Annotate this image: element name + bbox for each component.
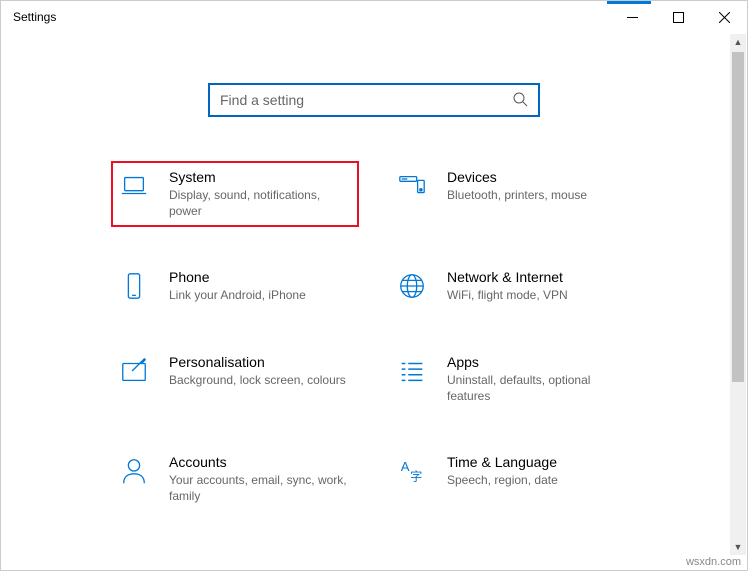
category-text: Accounts Your accounts, email, sync, wor…: [169, 454, 349, 504]
category-desc: Speech, region, date: [447, 472, 558, 488]
category-personalisation[interactable]: Personalisation Background, lock screen,…: [111, 346, 359, 412]
category-title: Time & Language: [447, 454, 558, 470]
category-title: Apps: [447, 354, 627, 370]
category-desc: Link your Android, iPhone: [169, 287, 306, 303]
category-title: Devices: [447, 169, 587, 185]
search-box[interactable]: [208, 83, 540, 117]
category-desc: Background, lock screen, colours: [169, 372, 346, 388]
phone-icon: [117, 269, 151, 303]
category-title: Personalisation: [169, 354, 346, 370]
devices-icon: [395, 169, 429, 203]
category-title: Phone: [169, 269, 306, 285]
category-desc: Bluetooth, printers, mouse: [447, 187, 587, 203]
watermark: wsxdn.com: [686, 556, 741, 568]
category-phone[interactable]: Phone Link your Android, iPhone: [111, 261, 359, 311]
category-apps[interactable]: Apps Uninstall, defaults, optional featu…: [389, 346, 637, 412]
category-text: Apps Uninstall, defaults, optional featu…: [447, 354, 627, 404]
category-network[interactable]: Network & Internet WiFi, flight mode, VP…: [389, 261, 637, 311]
scrollbar[interactable]: ▲ ▼: [730, 34, 746, 555]
category-text: Personalisation Background, lock screen,…: [169, 354, 346, 388]
category-title: Network & Internet: [447, 269, 568, 285]
paint-icon: [117, 354, 151, 388]
minimize-button[interactable]: [609, 1, 655, 33]
maximize-button[interactable]: [655, 1, 701, 33]
category-text: Devices Bluetooth, printers, mouse: [447, 169, 587, 203]
category-text: System Display, sound, notifications, po…: [169, 169, 349, 219]
category-title: Accounts: [169, 454, 349, 470]
category-text: Network & Internet WiFi, flight mode, VP…: [447, 269, 568, 303]
search-input[interactable]: [220, 92, 512, 108]
category-devices[interactable]: Devices Bluetooth, printers, mouse: [389, 161, 637, 227]
category-text: Time & Language Speech, region, date: [447, 454, 558, 488]
category-system[interactable]: System Display, sound, notifications, po…: [111, 161, 359, 227]
category-time-language[interactable]: A字 Time & Language Speech, region, date: [389, 446, 637, 512]
content-area: System Display, sound, notifications, po…: [1, 33, 747, 570]
category-title: System: [169, 169, 349, 185]
category-accounts[interactable]: Accounts Your accounts, email, sync, wor…: [111, 446, 359, 512]
svg-text:A: A: [401, 459, 410, 474]
language-icon: A字: [395, 454, 429, 488]
scroll-down-arrow[interactable]: ▼: [730, 539, 746, 555]
category-grid: System Display, sound, notifications, po…: [1, 161, 747, 512]
scroll-up-arrow[interactable]: ▲: [730, 34, 746, 50]
category-desc: Display, sound, notifications, power: [169, 187, 349, 219]
close-button[interactable]: [701, 1, 747, 33]
category-desc: Your accounts, email, sync, work, family: [169, 472, 349, 504]
titlebar: Settings: [1, 1, 747, 33]
category-text: Phone Link your Android, iPhone: [169, 269, 306, 303]
search-icon: [512, 91, 528, 110]
person-icon: [117, 454, 151, 488]
category-desc: Uninstall, defaults, optional features: [447, 372, 627, 404]
svg-text:字: 字: [410, 468, 422, 483]
scrollbar-thumb[interactable]: [732, 52, 744, 382]
search-area: [1, 83, 747, 117]
apps-icon: [395, 354, 429, 388]
category-desc: WiFi, flight mode, VPN: [447, 287, 568, 303]
globe-icon: [395, 269, 429, 303]
window-controls: [609, 1, 747, 33]
window-title: Settings: [13, 10, 56, 24]
laptop-icon: [117, 169, 151, 203]
